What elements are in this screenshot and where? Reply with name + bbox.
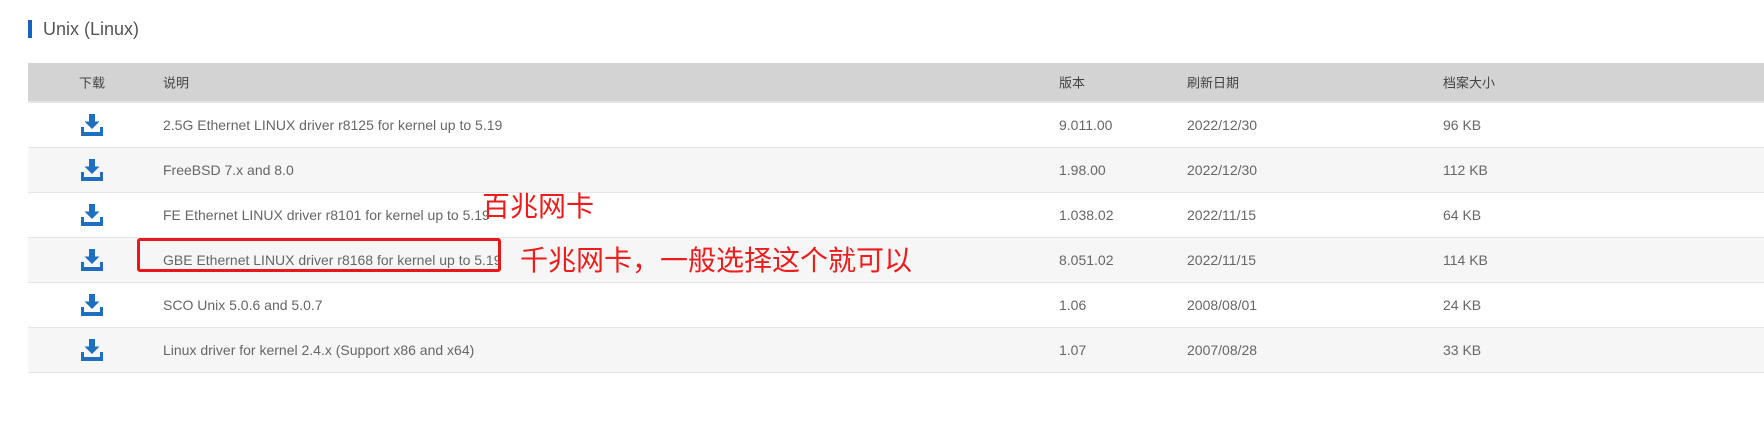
row-date: 2022/12/30 — [1187, 117, 1258, 133]
row-version: 1.038.02 — [1059, 207, 1114, 223]
header-date: 刷新日期 — [1187, 75, 1240, 91]
table-row: 2.5G Ethernet LINUX driver r8125 for ker… — [28, 103, 1764, 148]
row-version: 8.051.02 — [1059, 252, 1114, 268]
header-download: 下载 — [79, 75, 106, 91]
row-size: 33 KB — [1443, 342, 1482, 358]
row-size: 64 KB — [1443, 207, 1482, 223]
row-description: FE Ethernet LINUX driver r8101 for kerne… — [163, 207, 490, 223]
row-date: 2022/12/30 — [1187, 162, 1258, 178]
row-date: 2022/11/15 — [1187, 207, 1257, 223]
row-description: 2.5G Ethernet LINUX driver r8125 for ker… — [163, 117, 503, 133]
download-icon[interactable] — [80, 293, 104, 317]
section-title-accent-bar — [28, 20, 32, 38]
row-size: 114 KB — [1443, 252, 1488, 268]
header-size: 档案大小 — [1443, 75, 1496, 91]
row-size: 24 KB — [1443, 297, 1482, 313]
row-date: 2022/11/15 — [1187, 252, 1257, 268]
gigabit-annotation: 千兆网卡，一般选择这个就可以 — [520, 244, 913, 277]
row-description: FreeBSD 7.x and 8.0 — [163, 162, 294, 178]
row-version: 1.07 — [1059, 342, 1087, 358]
header-description: 说明 — [163, 75, 190, 91]
table-row: Linux driver for kernel 2.4.x (Support x… — [28, 328, 1764, 373]
table-row: FE Ethernet LINUX driver r8101 for kerne… — [28, 193, 1764, 238]
row-size: 96 KB — [1443, 117, 1482, 133]
section-title-text: Unix (Linux) — [43, 18, 140, 39]
page: Unix (Linux) 下载 说明 版本 刷新日期 档案大小 2.5G Eth… — [0, 0, 1764, 439]
table-row: FreeBSD 7.x and 8.0 1.98.00 2022/12/30 1… — [28, 148, 1764, 193]
row-date: 2008/08/01 — [1187, 297, 1258, 313]
driver-table: 下载 说明 版本 刷新日期 档案大小 2.5G Ethernet LINUX d… — [28, 63, 1764, 373]
row-date: 2007/08/28 — [1187, 342, 1258, 358]
row-version: 1.06 — [1059, 297, 1087, 313]
fast-ethernet-annotation: 百兆网卡 — [482, 190, 595, 223]
download-icon[interactable] — [80, 248, 104, 272]
table-row: SCO Unix 5.0.6 and 5.0.7 1.06 2008/08/01… — [28, 283, 1764, 328]
row-version: 9.011.00 — [1059, 117, 1113, 133]
download-icon[interactable] — [80, 113, 104, 137]
row-description: SCO Unix 5.0.6 and 5.0.7 — [163, 297, 323, 313]
download-icon[interactable] — [80, 338, 104, 362]
download-icon[interactable] — [80, 158, 104, 182]
section-title: Unix (Linux) — [28, 18, 139, 40]
download-icon[interactable] — [80, 203, 104, 227]
header-version: 版本 — [1059, 75, 1086, 91]
table-header: 下载 说明 版本 刷新日期 档案大小 — [28, 63, 1764, 103]
row-version: 1.98.00 — [1059, 162, 1106, 178]
row-description: Linux driver for kernel 2.4.x (Support x… — [163, 342, 475, 358]
highlight-box — [137, 238, 501, 272]
row-size: 112 KB — [1443, 162, 1488, 178]
